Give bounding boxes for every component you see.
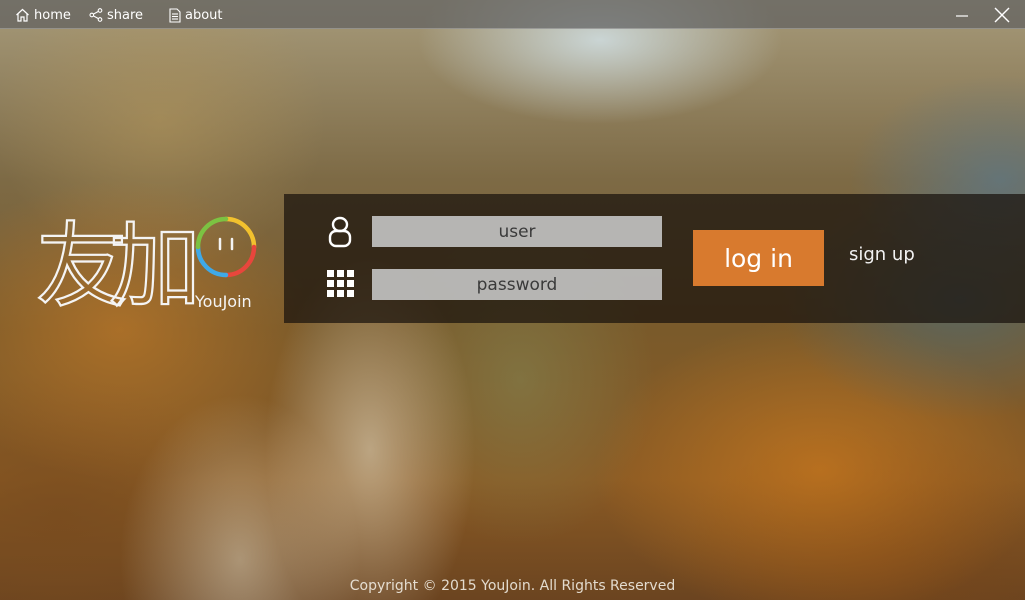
user-field[interactable] (372, 216, 662, 247)
nav-home[interactable]: home (15, 6, 71, 24)
nav-share[interactable]: share (89, 6, 143, 24)
minimize-icon (952, 10, 972, 29)
nav-about-label: about (185, 7, 223, 23)
close-icon (992, 7, 1012, 29)
keypad-icon (327, 270, 354, 301)
logo-brand-text: YouJoin (194, 292, 252, 311)
share-icon (89, 8, 103, 22)
signup-link[interactable]: sign up (849, 244, 915, 265)
youjoin-logo: 友加 YouJoin (35, 205, 266, 321)
logo-chinese-text: 友加 (36, 213, 201, 315)
home-icon (15, 8, 30, 22)
copyright-text: Copyright © 2015 YouJoin. All Rights Res… (349, 578, 676, 594)
title-bar: home share about (0, 0, 1025, 29)
document-icon (169, 7, 181, 23)
close-button[interactable] (992, 5, 1012, 25)
password-field[interactable] (372, 269, 662, 300)
nav-share-label: share (107, 7, 144, 23)
nav-home-label: home (34, 7, 71, 23)
user-icon (328, 216, 352, 252)
login-panel: log in sign up (284, 194, 1025, 323)
nav-about[interactable]: about (169, 6, 223, 24)
login-button[interactable]: log in (693, 230, 824, 286)
minimize-button[interactable] (952, 5, 972, 25)
